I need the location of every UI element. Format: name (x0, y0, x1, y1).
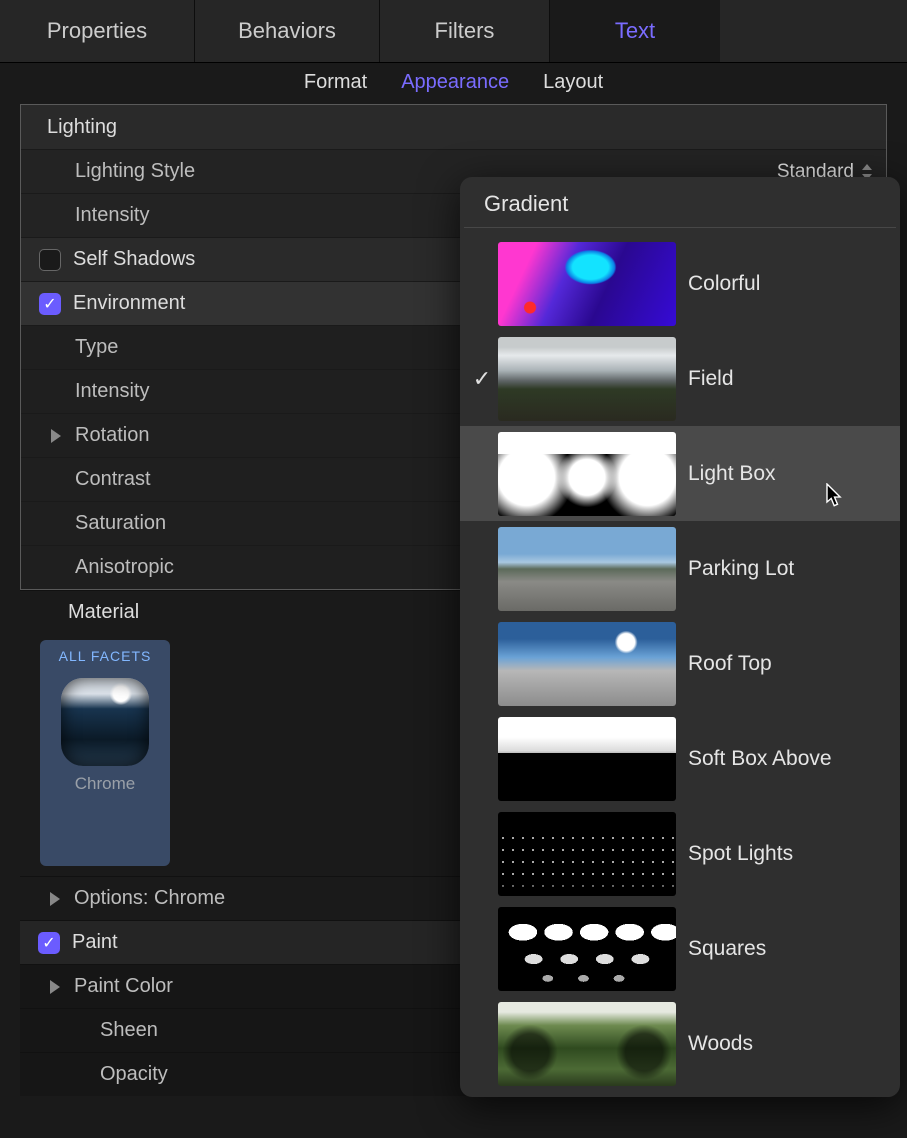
lighting-style-label: Lighting Style (75, 160, 275, 183)
subtab-format[interactable]: Format (304, 71, 367, 94)
facets-title: ALL FACETS (40, 648, 170, 664)
popup-item-squares[interactable]: Squares (460, 901, 900, 996)
self-shadows-checkbox[interactable] (39, 249, 61, 271)
popup-label: Colorful (688, 272, 886, 296)
popup-label: Soft Box Above (688, 747, 886, 771)
popup-title: Gradient (460, 177, 900, 227)
env-rotation-label: Rotation (75, 424, 275, 447)
popup-item-roof-top[interactable]: Roof Top (460, 616, 900, 711)
environment-checkbox[interactable]: ✓ (39, 293, 61, 315)
env-thumb-soft-box-above (498, 717, 676, 801)
popup-item-woods[interactable]: Woods (460, 996, 900, 1091)
material-header-label: Material (68, 601, 139, 624)
popup-item-soft-box-above[interactable]: Soft Box Above (460, 711, 900, 806)
env-intensity-label: Intensity (75, 380, 275, 403)
popup-label: Field (688, 367, 886, 391)
env-thumb-squares (498, 907, 676, 991)
tab-behaviors[interactable]: Behaviors (195, 0, 380, 62)
popup-label: Roof Top (688, 652, 886, 676)
env-contrast-label: Contrast (75, 468, 275, 491)
popup-label: Light Box (688, 462, 886, 486)
env-thumb-spot-lights (498, 812, 676, 896)
popup-item-parking-lot[interactable]: Parking Lot (460, 521, 900, 616)
lighting-header-label: Lighting (47, 116, 247, 139)
subtab-appearance[interactable]: Appearance (401, 71, 509, 94)
text-subtab-bar: Format Appearance Layout (0, 63, 907, 104)
tab-text[interactable]: Text (550, 0, 720, 62)
popup-item-colorful[interactable]: Colorful (460, 236, 900, 331)
cursor-icon (826, 483, 844, 509)
env-thumb-roof-top (498, 622, 676, 706)
environment-label: Environment (73, 292, 185, 315)
popup-label: Squares (688, 937, 886, 961)
env-thumb-parking-lot (498, 527, 676, 611)
env-thumb-woods (498, 1002, 676, 1086)
popup-item-field[interactable]: ✓ Field (460, 331, 900, 426)
popup-label: Parking Lot (688, 557, 886, 581)
disclosure-triangle-icon[interactable] (51, 429, 61, 443)
sheen-label: Sheen (100, 1019, 300, 1042)
material-swatch[interactable] (61, 678, 149, 766)
popup-divider (464, 227, 896, 228)
paint-checkbox[interactable]: ✓ (38, 932, 60, 954)
checkmark-icon: ✓ (468, 366, 496, 392)
env-type-label: Type (75, 336, 275, 359)
tab-filters[interactable]: Filters (380, 0, 550, 62)
opacity-label: Opacity (100, 1063, 300, 1086)
popup-label: Spot Lights (688, 842, 886, 866)
intensity-label: Intensity (75, 204, 275, 227)
env-thumb-light-box (498, 432, 676, 516)
options-label: Options: Chrome (74, 887, 225, 910)
material-swatch-name: Chrome (40, 774, 170, 794)
disclosure-triangle-icon[interactable] (50, 980, 60, 994)
lighting-header[interactable]: Lighting (21, 105, 886, 149)
env-anisotropic-label: Anisotropic (75, 556, 275, 579)
popup-label: Woods (688, 1032, 886, 1056)
disclosure-triangle-icon[interactable] (50, 892, 60, 906)
env-thumb-colorful (498, 242, 676, 326)
env-saturation-label: Saturation (75, 512, 275, 535)
tab-properties[interactable]: Properties (0, 0, 195, 62)
popup-item-spot-lights[interactable]: Spot Lights (460, 806, 900, 901)
paint-color-label: Paint Color (74, 975, 173, 998)
inspector-tab-bar: Properties Behaviors Filters Text (0, 0, 907, 63)
self-shadows-label: Self Shadows (73, 248, 195, 271)
environment-type-popup: Gradient Colorful ✓ Field Light Box Park… (460, 177, 900, 1097)
env-thumb-field (498, 337, 676, 421)
material-facets-card[interactable]: ALL FACETS Chrome (40, 640, 170, 866)
paint-label: Paint (72, 931, 118, 954)
subtab-layout[interactable]: Layout (543, 71, 603, 94)
